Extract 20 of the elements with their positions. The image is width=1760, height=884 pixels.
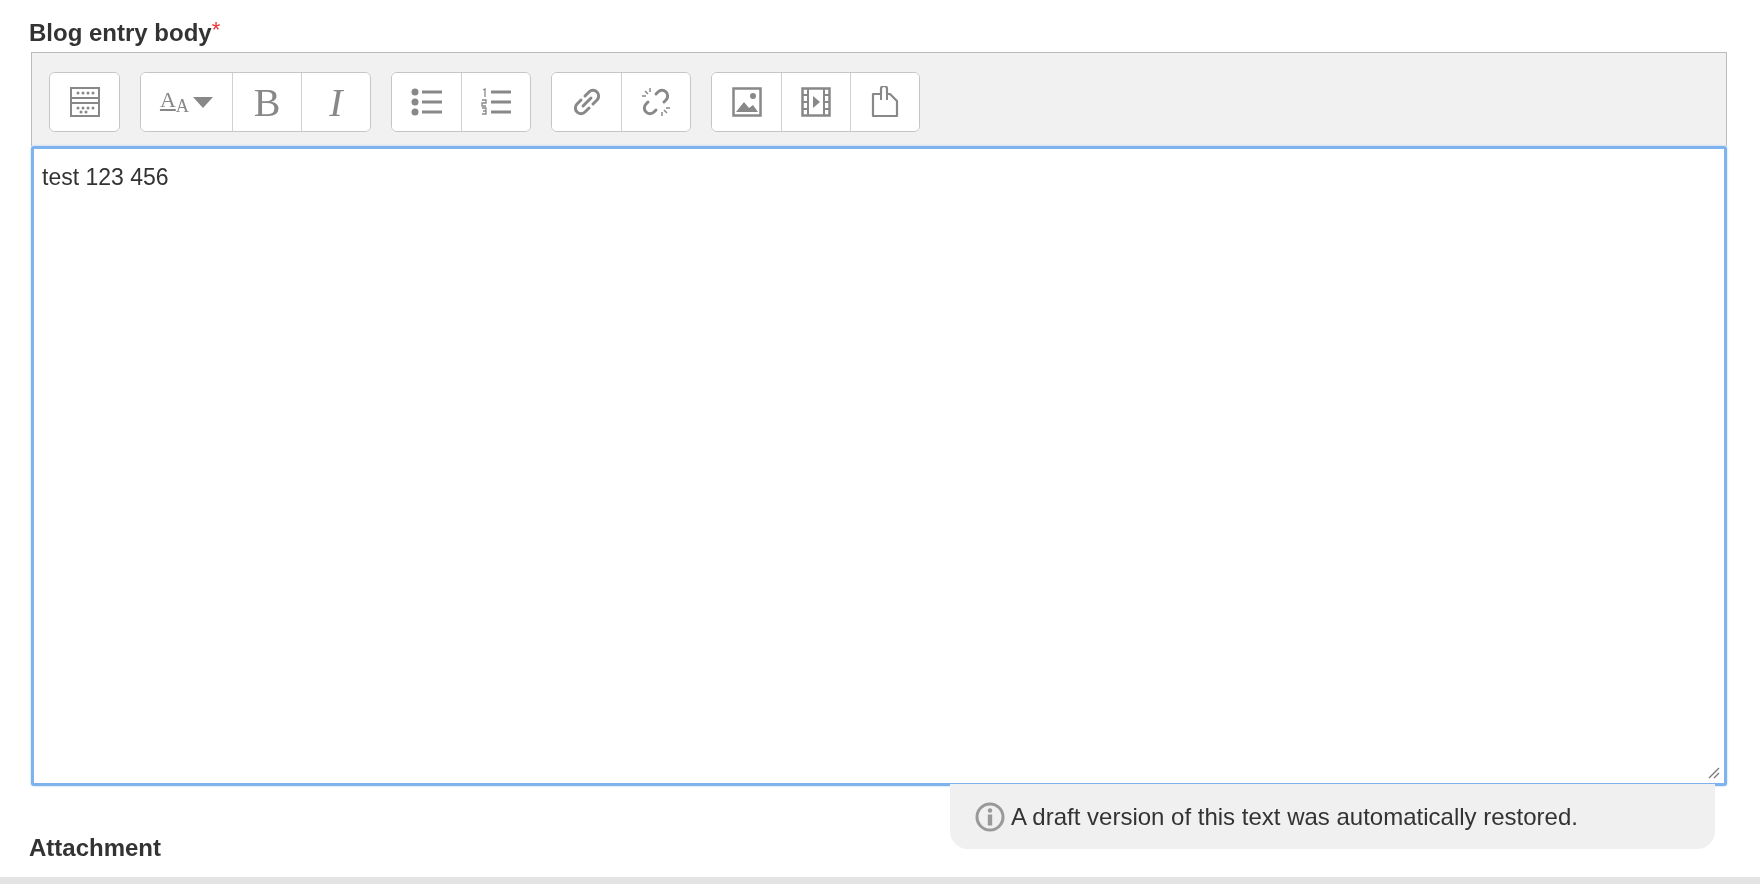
caret-icon xyxy=(193,96,214,108)
unlink-button[interactable] xyxy=(621,73,690,131)
field-label: Blog entry body xyxy=(29,18,212,48)
field-label: Attachment xyxy=(29,833,162,863)
image-icon xyxy=(731,87,762,117)
numbered-list-button[interactable] xyxy=(461,73,530,131)
text-editor-field[interactable]: test 123 456 xyxy=(31,146,1727,786)
toolbar-toggle-button[interactable] xyxy=(50,73,119,131)
editor-text: test 123 456 xyxy=(42,164,169,190)
film-icon xyxy=(801,87,831,117)
notice-text: A draft version of this text was automatically restored. xyxy=(1011,802,1578,831)
toolbar-icon xyxy=(68,86,101,118)
resize-handle-icon[interactable] xyxy=(1708,767,1720,779)
italic-button[interactable]: I xyxy=(301,73,370,131)
numbered-list-icon xyxy=(480,88,512,116)
file-button[interactable] xyxy=(850,73,919,131)
broken-link-icon xyxy=(640,86,672,118)
required-mark: * xyxy=(211,18,221,42)
info-icon xyxy=(975,801,1005,832)
bullet-list-icon xyxy=(410,88,443,116)
